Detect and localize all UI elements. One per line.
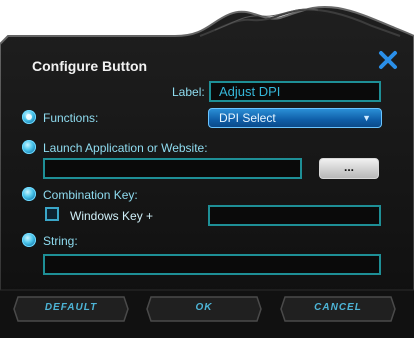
close-icon[interactable]: [378, 50, 398, 70]
browse-button[interactable]: ...: [319, 158, 379, 179]
string-label: String:: [43, 234, 78, 248]
windows-key-checkbox[interactable]: [45, 207, 59, 221]
functions-label: Functions:: [43, 111, 99, 125]
dialog-title: Configure Button: [32, 58, 148, 74]
label-field[interactable]: Adjust DPI: [209, 81, 381, 102]
function-select[interactable]: DPI Select ▼: [208, 108, 382, 128]
cancel-button-label: CANCEL: [314, 302, 362, 313]
launch-radio[interactable]: [22, 140, 36, 154]
functions-radio[interactable]: [22, 110, 36, 124]
combination-key-field[interactable]: [208, 205, 381, 226]
default-button-label: DEFAULT: [44, 302, 98, 313]
launch-path-field[interactable]: [43, 158, 302, 179]
label-caption: Label:: [172, 85, 205, 99]
ok-button-label: OK: [195, 302, 213, 313]
ok-button[interactable]: OK: [145, 295, 263, 323]
default-button[interactable]: DEFAULT: [12, 295, 130, 323]
combination-label: Combination Key:: [43, 188, 138, 202]
windows-key-label: Windows Key +: [70, 209, 154, 223]
launch-label: Launch Application or Website:: [43, 141, 208, 155]
function-select-value: DPI Select: [219, 111, 276, 125]
combination-radio[interactable]: [22, 187, 36, 201]
chevron-down-icon: ▼: [362, 113, 371, 123]
string-radio[interactable]: [22, 233, 36, 247]
cancel-button[interactable]: CANCEL: [279, 295, 397, 323]
string-field[interactable]: [43, 254, 381, 275]
